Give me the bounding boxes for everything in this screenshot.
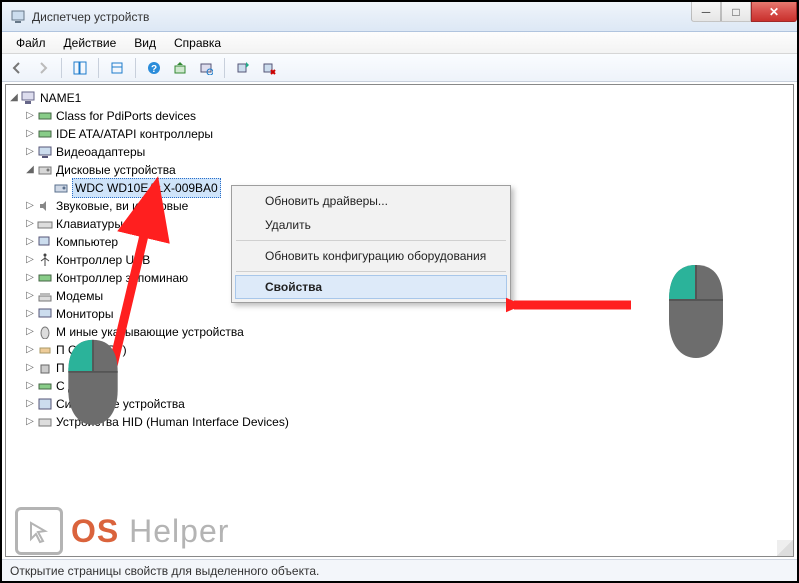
cpu-icon xyxy=(36,360,54,376)
tree-label: Class for PdiPorts devices xyxy=(56,107,196,125)
mouse-right-click-icon xyxy=(661,260,731,360)
tree-category[interactable]: ▷ Видеоадаптеры xyxy=(8,143,793,161)
menu-action[interactable]: Действие xyxy=(56,34,125,52)
menu-file[interactable]: Файл xyxy=(8,34,54,52)
sound-icon xyxy=(36,198,54,214)
tree-category[interactable]: ▷ Устройства HID (Human Interface Device… xyxy=(8,413,793,431)
toolbar-sep xyxy=(98,58,99,78)
menu-scan-hardware[interactable]: Обновить конфигурацию оборудования xyxy=(235,244,507,268)
usb-icon xyxy=(36,252,54,268)
window-title: Диспетчер устройств xyxy=(32,10,149,24)
computer-icon xyxy=(20,90,38,106)
menu-view[interactable]: Вид xyxy=(126,34,164,52)
tree-root-label: NAME1 xyxy=(40,89,81,107)
ide-icon xyxy=(36,126,54,142)
collapse-icon[interactable]: ◢ xyxy=(24,161,36,179)
forward-button[interactable] xyxy=(32,57,54,79)
port-icon xyxy=(36,342,54,358)
logo-helper: Helper xyxy=(129,513,229,549)
device-manager-window: Диспетчер устройств ─ □ ✕ Файл Действие … xyxy=(2,2,797,581)
expand-icon[interactable]: ▷ xyxy=(24,323,36,341)
storage-controller-icon xyxy=(36,270,54,286)
collapse-icon[interactable]: ◢ xyxy=(8,89,20,107)
tree-category[interactable]: ▷ IDE ATA/ATAPI контроллеры xyxy=(8,125,793,143)
expand-icon[interactable]: ▷ xyxy=(24,251,36,269)
expand-icon[interactable]: ▷ xyxy=(24,359,36,377)
logo-os: OS xyxy=(71,513,119,549)
toolbar-sep xyxy=(61,58,62,78)
cursor-box-icon xyxy=(15,507,63,555)
menu-delete[interactable]: Удалить xyxy=(235,213,507,237)
modem-icon xyxy=(36,288,54,304)
monitor-icon xyxy=(36,306,54,322)
maximize-button[interactable]: □ xyxy=(721,2,751,22)
statusbar: Открытие страницы свойств для выделенног… xyxy=(2,559,797,581)
watermark-logo: OS Helper xyxy=(15,507,229,555)
menu-properties[interactable]: Свойства xyxy=(235,275,507,299)
expand-icon[interactable]: ▷ xyxy=(24,215,36,233)
toolbar-sep xyxy=(135,58,136,78)
expand-icon[interactable]: ▷ xyxy=(24,305,36,323)
enable-device-icon[interactable] xyxy=(232,57,254,79)
expand-icon[interactable]: ▷ xyxy=(24,107,36,125)
expand-icon[interactable]: ▷ xyxy=(24,341,36,359)
uninstall-device-icon[interactable] xyxy=(258,57,280,79)
logo-text: OS Helper xyxy=(71,513,229,550)
svg-text:?: ? xyxy=(151,64,157,75)
menu-help[interactable]: Справка xyxy=(166,34,229,52)
tree-root[interactable]: ◢ NAME1 xyxy=(8,89,793,107)
update-driver-icon[interactable] xyxy=(169,57,191,79)
expand-icon[interactable]: ▷ xyxy=(24,413,36,431)
menubar: Файл Действие Вид Справка xyxy=(2,32,797,54)
scan-hardware-icon[interactable] xyxy=(195,57,217,79)
expand-icon[interactable]: ▷ xyxy=(24,269,36,287)
context-menu: Обновить драйверы... Удалить Обновить ко… xyxy=(231,185,511,303)
toolbar: ? xyxy=(2,54,797,82)
back-button[interactable] xyxy=(6,57,28,79)
tree-label: IDE ATA/ATAPI контроллеры xyxy=(56,125,213,143)
expand-icon[interactable]: ▷ xyxy=(24,197,36,215)
disk-icon xyxy=(36,162,54,178)
device-icon xyxy=(36,108,54,124)
device-tree-panel[interactable]: ◢ NAME1 ▷ Class for PdiPorts devices ▷ I… xyxy=(5,84,794,557)
computer-icon xyxy=(36,234,54,250)
menu-separator xyxy=(236,271,506,272)
keyboard-icon xyxy=(36,216,54,232)
expand-icon[interactable]: ▷ xyxy=(24,233,36,251)
toolbar-sep xyxy=(224,58,225,78)
window-controls: ─ □ ✕ xyxy=(691,2,797,22)
expand-icon[interactable]: ▷ xyxy=(24,377,36,395)
tree-label: Видеоадаптеры xyxy=(56,143,145,161)
network-icon xyxy=(36,378,54,394)
status-text: Открытие страницы свойств для выделенног… xyxy=(10,564,319,578)
close-button[interactable]: ✕ xyxy=(751,2,797,22)
hdd-icon xyxy=(52,180,70,196)
app-icon xyxy=(10,9,26,25)
system-icon xyxy=(36,396,54,412)
titlebar: Диспетчер устройств ─ □ ✕ xyxy=(2,2,797,32)
expand-icon[interactable]: ▷ xyxy=(24,143,36,161)
expand-icon[interactable]: ▷ xyxy=(24,287,36,305)
mouse-icon xyxy=(36,324,54,340)
tree-category[interactable]: ▷ Class for PdiPorts devices xyxy=(8,107,793,125)
resize-grip-icon xyxy=(777,540,793,556)
hid-icon xyxy=(36,414,54,430)
annotation-arrow-icon xyxy=(506,293,636,317)
menu-update-drivers[interactable]: Обновить драйверы... xyxy=(235,189,507,213)
minimize-button[interactable]: ─ xyxy=(691,2,721,22)
expand-icon[interactable]: ▷ xyxy=(24,395,36,413)
mouse-right-click-icon xyxy=(61,335,125,427)
expand-icon[interactable]: ▷ xyxy=(24,125,36,143)
help-button[interactable]: ? xyxy=(143,57,165,79)
display-icon xyxy=(36,144,54,160)
properties-button[interactable] xyxy=(106,57,128,79)
menu-separator xyxy=(236,240,506,241)
show-hide-tree-button[interactable] xyxy=(69,57,91,79)
